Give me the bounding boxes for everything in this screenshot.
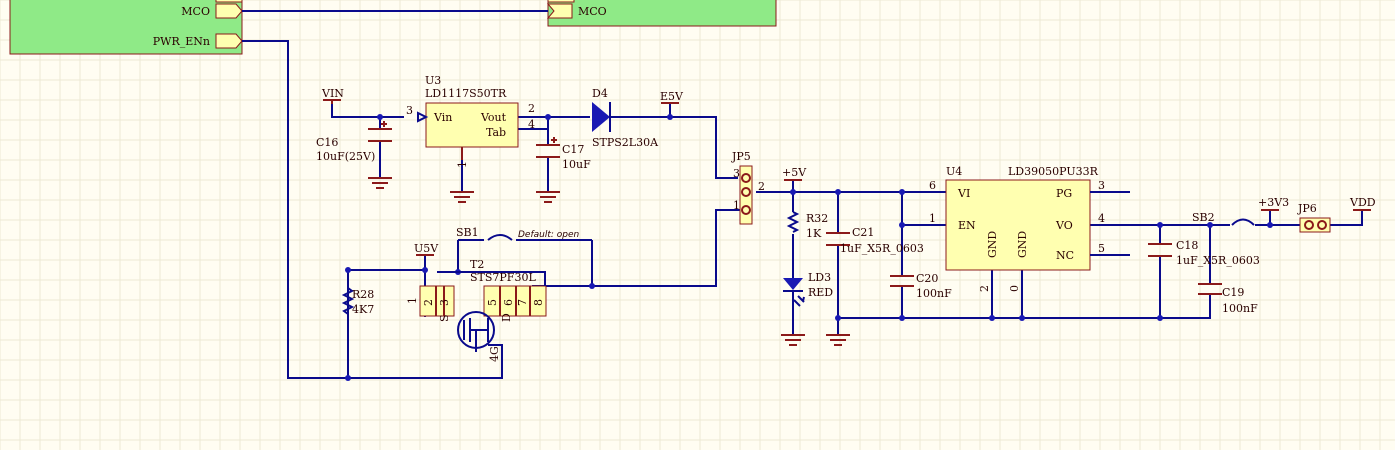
schematic-canvas: MCO PWR_ENn MCO VIN E5V U5V +5V +3V3 VDD… — [0, 0, 1395, 450]
t2-pin-s: S — [438, 314, 451, 322]
t2-pin-2: 2 — [422, 299, 435, 306]
c17-ref: C17 — [562, 143, 584, 156]
u3-pin1: 1 — [456, 161, 469, 168]
net-3v3-label: +3V3 — [1258, 196, 1289, 209]
u4-pin-en: EN — [958, 219, 976, 232]
u3-pin-vout: Vout — [480, 111, 507, 124]
port-mco-left[interactable] — [215, 3, 243, 19]
c16-value: 10uF(25V) — [316, 150, 375, 163]
jp5-ref: JP5 — [731, 150, 751, 163]
t2-pin-6: 6 — [502, 299, 515, 306]
u4-pin-gnd1: GND — [986, 231, 999, 258]
d4-value: STPS2L30A — [592, 136, 659, 149]
u4-pin0: 0 — [1008, 285, 1021, 292]
c20-ref: C20 — [916, 272, 938, 285]
u3-pin3: 3 — [406, 104, 413, 117]
c17-value: 10uF — [562, 158, 591, 171]
c21-value: 1uF_X5R_0603 — [840, 242, 924, 255]
t2-ref: T2 — [470, 258, 484, 271]
jp5-pin1: 1 — [733, 199, 740, 212]
capacitor-c20[interactable] — [890, 275, 914, 287]
diode-d4[interactable] — [592, 102, 611, 132]
led-ld3[interactable] — [783, 278, 805, 307]
ld3-value: RED — [808, 286, 833, 299]
capacitor-c19[interactable] — [1198, 283, 1222, 295]
port-mco-left-label: MCO — [181, 5, 210, 18]
resistor-r32[interactable] — [786, 211, 800, 233]
regulator-u3[interactable] — [425, 102, 519, 148]
t2-pin-d: D — [500, 313, 513, 322]
t2-pin-g: 4G — [488, 346, 501, 362]
u4-pin5: 5 — [1098, 242, 1105, 255]
c19-ref: C19 — [1222, 286, 1244, 299]
t2-pin-5: 5 — [486, 299, 499, 306]
u3-pin2: 2 — [528, 102, 535, 115]
u3-pin-tab: Tab — [486, 126, 506, 139]
net-e5v-label: E5V — [660, 90, 684, 103]
r28-ref: R28 — [352, 288, 374, 301]
u4-pin1: 1 — [929, 212, 936, 225]
sb1-note: Default: open — [518, 230, 580, 240]
r28-value: 4K7 — [352, 303, 374, 316]
port-mco-right-label: MCO — [578, 5, 607, 18]
t2-pin-3: 3 — [438, 299, 451, 306]
jp6-ref: JP6 — [1297, 202, 1317, 215]
u4-pin-nc: NC — [1056, 249, 1074, 262]
ld3-ref: LD3 — [808, 271, 831, 284]
r32-ref: R32 — [806, 212, 828, 225]
t2-pin-8: 8 — [532, 299, 545, 306]
u4-pin2: 2 — [978, 285, 991, 292]
u4-pin-pg: PG — [1056, 187, 1072, 200]
u4-pin-gnd2: GND — [1016, 231, 1029, 258]
wires — [242, 10, 1363, 379]
net-vin-symbol — [323, 99, 341, 104]
port-stub — [215, 0, 243, 3]
port-pwr-enn[interactable] — [215, 33, 243, 49]
t2-pin-7: 7 — [516, 299, 529, 306]
u4-pin6: 6 — [929, 179, 936, 192]
u3-value: LD1117S50TR — [425, 87, 507, 100]
t2-value: STS7PF30L — [470, 271, 536, 284]
u4-pin-vi: VI — [957, 187, 970, 200]
net-5v-label: +5V — [782, 166, 807, 179]
jp5-pin2: 2 — [758, 180, 765, 193]
port-stub-right — [547, 0, 575, 3]
resistor-r28[interactable] — [341, 287, 355, 315]
u4-pin3: 3 — [1098, 179, 1105, 192]
d4-ref: D4 — [592, 87, 608, 100]
t2-pin-1: 1 — [406, 297, 419, 304]
c18-value: 1uF_X5R_0603 — [1176, 254, 1260, 267]
junction-dots — [345, 114, 1273, 381]
c16-ref: C16 — [316, 136, 338, 149]
jp5-pin3: 3 — [733, 167, 740, 180]
sb2-ref: SB2 — [1192, 211, 1215, 224]
c18-ref: C18 — [1176, 239, 1198, 252]
c19-value: 100nF — [1222, 302, 1258, 315]
net-vdd-label: VDD — [1349, 196, 1376, 209]
u4-ref: U4 — [946, 165, 962, 178]
u4-pin4: 4 — [1098, 212, 1105, 225]
u4-value: LD39050PU33R — [1008, 165, 1099, 178]
sb1-ref: SB1 — [456, 226, 479, 239]
u3-pin-vin: Vin — [433, 111, 452, 124]
c20-value: 100nF — [916, 287, 952, 300]
net-vin-label: VIN — [321, 87, 344, 100]
u3-ref: U3 — [425, 74, 441, 87]
u4-pin-vo: VO — [1055, 219, 1073, 232]
r32-value: 1K — [806, 227, 822, 240]
u3-pin4: 4 — [528, 118, 535, 131]
c21-ref: C21 — [852, 226, 874, 239]
port-pwr-enn-label: PWR_ENn — [153, 35, 210, 48]
net-u5v-label: U5V — [414, 242, 439, 255]
